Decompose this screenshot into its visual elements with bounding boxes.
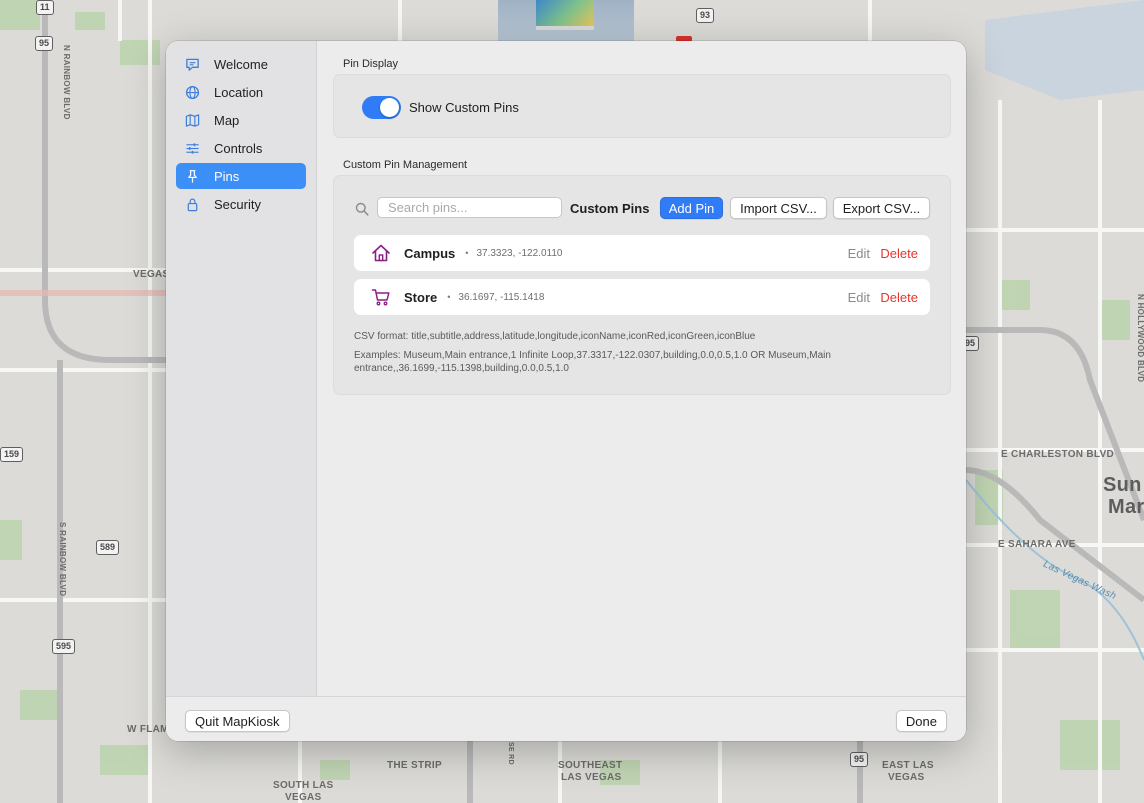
map-label-hollywood: N HOLLYWOOD BLVD	[1136, 294, 1144, 383]
edit-pin-button[interactable]: Edit	[848, 246, 870, 261]
map-label-se-rd: SE RD	[507, 742, 514, 765]
export-csv-button[interactable]: Export CSV...	[833, 197, 930, 219]
sidebar-item-label: Controls	[214, 140, 263, 156]
map-icon	[184, 112, 200, 128]
globe-icon	[184, 84, 200, 100]
highway-shield-95-south: 95	[850, 752, 869, 767]
sidebar-item-controls[interactable]: Controls	[176, 135, 306, 161]
sidebar-item-location[interactable]: Location	[176, 79, 306, 105]
pin-icon	[184, 168, 200, 184]
sidebar-item-label: Welcome	[214, 56, 268, 72]
sidebar-item-pins[interactable]: Pins	[176, 163, 306, 189]
pin-title: Store	[404, 289, 438, 305]
map-label-vegas: VEGAS	[133, 269, 170, 280]
csv-format-note: CSV format: title,subtitle,address,latit…	[354, 331, 756, 342]
house-icon	[370, 242, 392, 264]
map-label-east-las-1: EAST LAS	[882, 760, 934, 771]
sidebar-item-label: Location	[214, 84, 264, 100]
map-label-sun-2: Mar	[1108, 496, 1144, 518]
highway-shield-159: 159	[0, 447, 24, 462]
toggle-knob	[380, 98, 399, 117]
add-pin-button[interactable]: Add Pin	[660, 197, 723, 219]
map-photo-thumbnail[interactable]	[498, 0, 634, 42]
sidebar-item-label: Pins	[214, 168, 240, 184]
pin-coordinates: 37.3323, -122.0110	[476, 247, 563, 259]
pin-display-group: Show Custom Pins	[333, 74, 951, 138]
settings-content: Pin Display Show Custom Pins Custom Pin …	[318, 41, 966, 696]
show-custom-pins-label: Show Custom Pins	[409, 100, 519, 115]
map-label-southeast-1: SOUTHEAST	[558, 760, 623, 771]
map-label-charleston: E CHARLESTON BLVD	[1001, 449, 1115, 460]
custom-pin-management-group: Custom Pins Add Pin Import CSV... Export…	[333, 175, 951, 395]
highway-shield-93: 93	[696, 8, 715, 23]
custom-pins-title: Custom Pins	[570, 201, 650, 216]
pin-row[interactable]: Store • 36.1697, -115.1418 Edit Delete	[354, 279, 930, 315]
sliders-icon	[184, 140, 200, 156]
csv-examples-note: Examples: Museum,Main entrance,1 Infinit…	[354, 350, 831, 374]
map-label-southeast-2: LAS VEGAS	[561, 772, 622, 783]
speech-bubble-icon	[184, 56, 200, 72]
sidebar-item-label: Security	[214, 196, 261, 212]
highway-shield-595: 595	[52, 639, 76, 654]
pin-row[interactable]: Campus • 37.3323, -122.0110 Edit Delete	[354, 235, 930, 271]
sidebar-item-welcome[interactable]: Welcome	[176, 51, 306, 77]
lock-icon	[184, 196, 200, 212]
map-label-east-las-2: VEGAS	[888, 772, 925, 783]
map-label-south-las-2: VEGAS	[285, 792, 322, 803]
search-icon	[355, 202, 369, 216]
pin-separator: •	[447, 292, 451, 302]
edit-pin-button[interactable]: Edit	[848, 290, 870, 305]
pin-separator: •	[465, 248, 469, 258]
highway-shield-11: 11	[36, 0, 54, 15]
pin-display-heading: Pin Display	[343, 58, 399, 70]
map-label-sun-1: Sun	[1103, 474, 1142, 496]
pin-coordinates: 36.1697, -115.1418	[458, 291, 545, 303]
show-custom-pins-toggle[interactable]	[362, 96, 401, 119]
sidebar-item-map[interactable]: Map	[176, 107, 306, 133]
map-label-rainbow-south: S RAINBOW BLVD	[58, 522, 67, 597]
custom-pin-management-heading: Custom Pin Management	[343, 159, 468, 171]
map-label-rainbow-north: N RAINBOW BLVD	[62, 45, 71, 120]
done-button[interactable]: Done	[895, 710, 947, 732]
sidebar-item-label: Map	[214, 112, 240, 128]
sidebar-item-security[interactable]: Security	[176, 191, 306, 217]
highway-shield-95: 95	[35, 36, 54, 51]
settings-dialog: Welcome Location Map Controls Pins Secur…	[166, 41, 966, 741]
map-label-south-las-1: SOUTH LAS	[273, 780, 334, 791]
quit-button[interactable]: Quit MapKiosk	[185, 710, 290, 732]
highway-shield-589: 589	[96, 540, 120, 555]
delete-pin-button[interactable]: Delete	[880, 246, 918, 261]
dialog-footer: Quit MapKiosk Done	[166, 696, 966, 741]
pin-title: Campus	[404, 245, 456, 261]
settings-sidebar: Welcome Location Map Controls Pins Secur…	[166, 41, 317, 696]
cart-icon	[370, 286, 392, 308]
map-label-w-flam: W FLAM	[127, 724, 169, 735]
search-pins-input[interactable]	[377, 197, 562, 218]
map-label-the-strip: THE STRIP	[387, 760, 442, 771]
import-csv-button[interactable]: Import CSV...	[730, 197, 827, 219]
delete-pin-button[interactable]: Delete	[880, 290, 918, 305]
map-label-sahara: E SAHARA AVE	[998, 539, 1076, 550]
